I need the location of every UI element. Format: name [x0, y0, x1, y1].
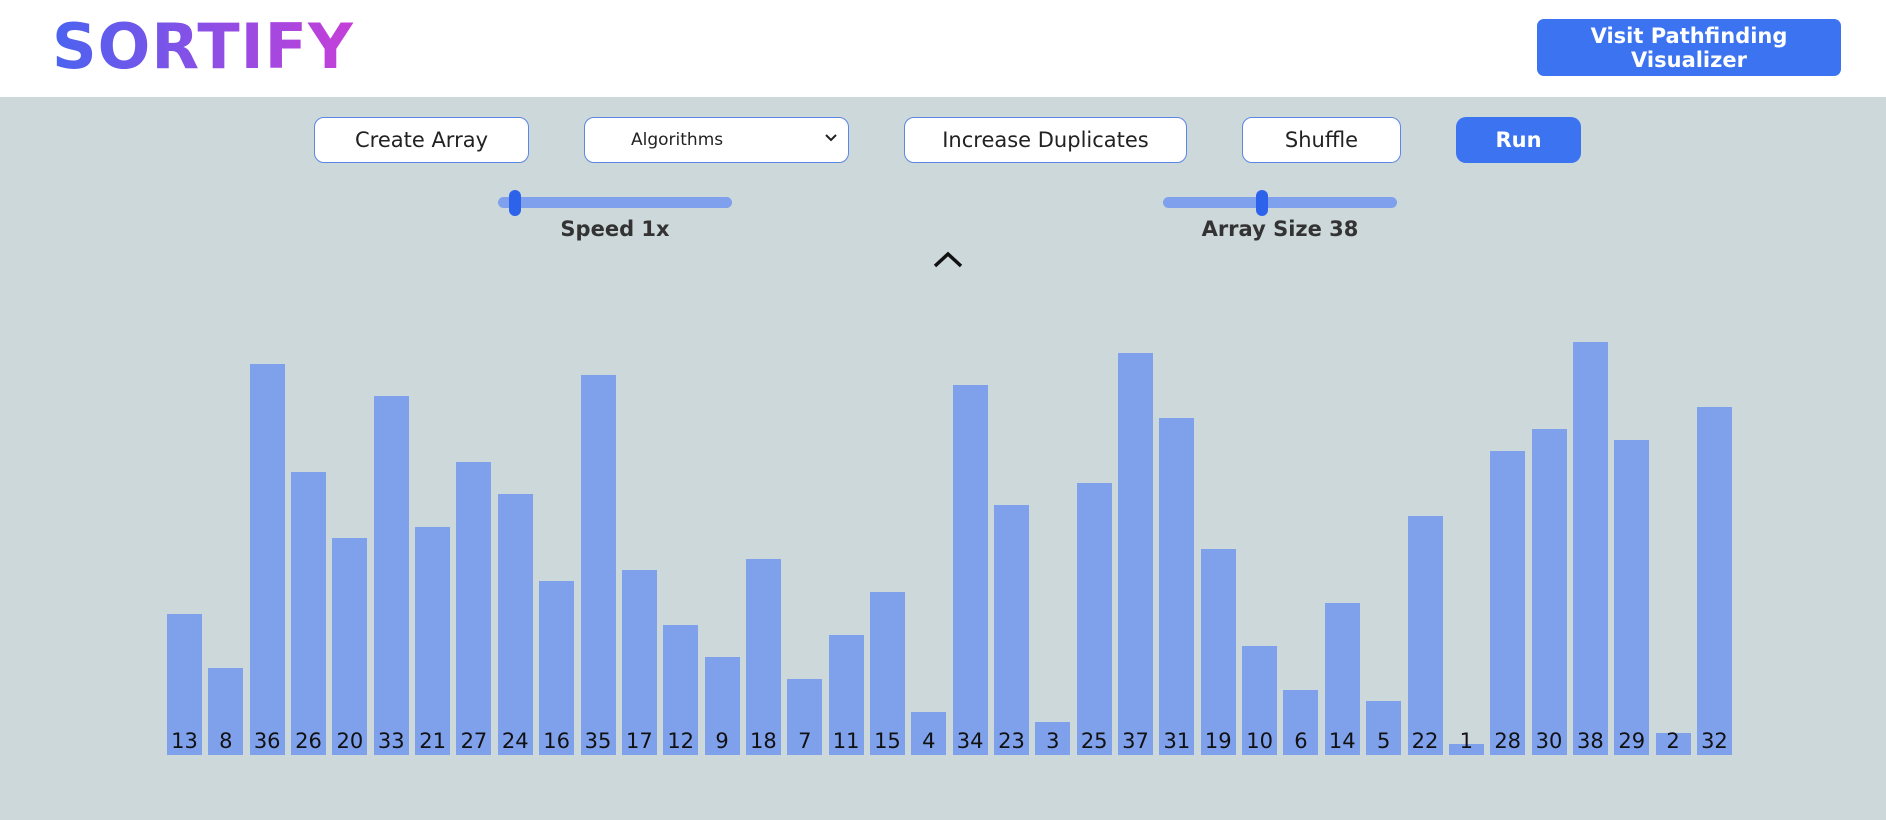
bar-12: 17: [621, 570, 657, 755]
increase-duplicates-button[interactable]: Increase Duplicates: [904, 117, 1187, 163]
create-array-button[interactable]: Create Array: [314, 117, 529, 163]
app-logo: SORTIFY: [52, 10, 354, 83]
bar-value-label: 38: [1577, 729, 1604, 753]
bar-5: 20: [332, 537, 368, 755]
bar-value-label: 28: [1494, 728, 1522, 753]
bar-value-label: 10: [1246, 728, 1273, 753]
bar-28: 6: [1283, 689, 1319, 755]
chevron-down-icon: [824, 128, 838, 152]
bar-20: 34: [952, 385, 988, 755]
bar-value-label: 34: [956, 728, 984, 753]
bar-25: 31: [1159, 418, 1195, 755]
bar-value-label: 4: [922, 728, 936, 753]
bar-9: 24: [497, 494, 533, 755]
bar-34: 30: [1531, 428, 1567, 755]
bar-value-label: 7: [798, 728, 812, 753]
bar-2: 8: [208, 668, 244, 755]
bar-value-label: 30: [1535, 728, 1563, 753]
bar-value-label: 19: [1204, 729, 1232, 753]
bar-value-label: 1: [1459, 728, 1474, 753]
bar-value-label: 31: [1163, 728, 1191, 753]
shuffle-button[interactable]: Shuffle: [1242, 117, 1401, 163]
bar-24: 37: [1118, 352, 1154, 755]
bar-32: 1: [1448, 729, 1484, 755]
bar-4: 26: [291, 472, 327, 755]
bar-value-label: 9: [715, 728, 729, 753]
bar-6: 33: [373, 396, 409, 755]
bar-value-label: 13: [171, 728, 198, 753]
chevron-up-icon: [933, 251, 963, 268]
bar-23: 25: [1076, 483, 1112, 755]
pathfinding-visualizer-button[interactable]: Visit Pathfinding Visualizer: [1537, 19, 1841, 76]
bar-value-label: 25: [1080, 728, 1108, 753]
bar-value-label: 37: [1122, 728, 1149, 753]
header-bar: SORTIFY Visit Pathfinding Visualizer: [0, 0, 1886, 97]
bar-36: 29: [1614, 439, 1650, 755]
bar-value-label: 14: [1328, 728, 1356, 753]
bar-value-label: 6: [1294, 728, 1308, 753]
bar-value-label: 32: [1701, 728, 1728, 753]
bar-8: 27: [456, 461, 492, 755]
bar-value-label: 23: [998, 728, 1025, 753]
bar-27: 10: [1242, 646, 1278, 755]
bar-value-label: 11: [832, 728, 860, 753]
bar-value-label: 35: [584, 728, 612, 753]
bar-value-label: 29: [1618, 728, 1646, 753]
bar-value-label: 22: [1411, 728, 1439, 753]
bar-13: 12: [663, 624, 699, 755]
bar-37: 2: [1655, 729, 1691, 755]
bar-value-label: 33: [377, 728, 405, 753]
bar-16: 7: [787, 678, 823, 755]
bar-19: 4: [911, 711, 947, 755]
bar-value-label: 24: [501, 728, 529, 753]
bar-10: 16: [539, 581, 575, 755]
bar-value-label: 8: [219, 728, 233, 753]
bar-value-label: 27: [460, 728, 488, 753]
algorithms-select[interactable]: Algorithms: [584, 117, 849, 163]
bar-value-label: 5: [1376, 728, 1391, 753]
bar-value-label: 21: [419, 728, 446, 753]
speed-slider-thumb[interactable]: [509, 190, 522, 216]
bar-35: 38: [1572, 342, 1608, 755]
bar-value-label: 16: [543, 728, 570, 753]
bar-value-label: 2: [1666, 728, 1680, 753]
bar-value-label: 18: [750, 728, 777, 753]
bar-1: 13: [167, 613, 202, 755]
bar-14: 9: [704, 657, 740, 755]
bar-29: 14: [1324, 602, 1360, 755]
bar-value-label: 20: [336, 728, 364, 753]
bar-26: 19: [1200, 548, 1236, 755]
bar-3: 36: [249, 363, 285, 755]
speed-label: Speed 1x: [560, 217, 670, 241]
array-size-slider-thumb[interactable]: [1256, 190, 1269, 216]
bar-value-label: 26: [295, 728, 322, 753]
bar-value-label: 15: [874, 728, 901, 753]
algorithms-select-value: Algorithms: [631, 130, 724, 150]
bar-22: 3: [1035, 722, 1071, 755]
bar-value-label: 12: [667, 728, 695, 753]
bar-18: 15: [869, 591, 905, 755]
bar-value-label: 36: [253, 728, 281, 753]
bar-33: 28: [1490, 450, 1526, 755]
collapse-controls-button[interactable]: [930, 244, 966, 274]
bar-11: 35: [580, 374, 616, 755]
bar-21: 23: [994, 505, 1029, 755]
bar-value-label: 17: [625, 728, 653, 753]
bar-38: 32: [1696, 407, 1732, 755]
bar-value-label: 3: [1046, 728, 1060, 753]
bar-15: 18: [745, 559, 781, 755]
bar-30: 5: [1366, 700, 1402, 755]
bar-31: 22: [1407, 515, 1443, 755]
run-button[interactable]: Run: [1456, 117, 1581, 163]
array-size-label: Array Size 38: [1201, 217, 1359, 241]
array-size-slider[interactable]: [1163, 190, 1397, 216]
speed-slider[interactable]: [498, 190, 732, 216]
bar-17: 11: [828, 635, 864, 755]
bar-7: 21: [415, 526, 451, 755]
